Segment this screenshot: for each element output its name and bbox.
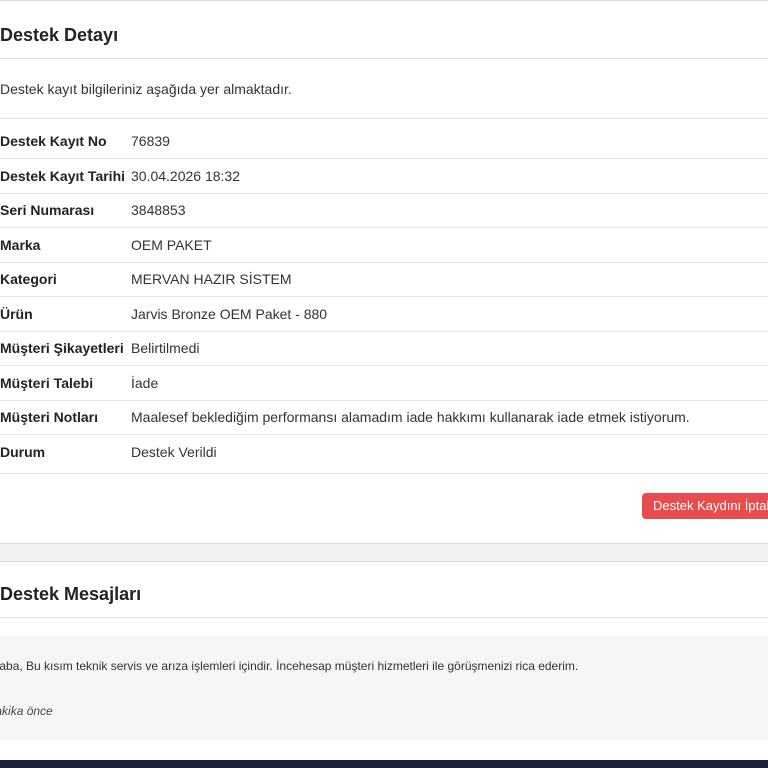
row-value: Maalesef beklediğim performansı alamadım…	[131, 409, 690, 425]
row-value: Jarvis Bronze OEM Paket - 880	[131, 306, 328, 322]
support-messages-title: Destek Mesajları	[0, 584, 142, 604]
detail-row-serial-number: Seri Numarası 3848853	[0, 193, 768, 228]
message-item	[0, 636, 768, 740]
detail-row-notes: Müşteri Notları Maalesef beklediğim perf…	[0, 400, 768, 435]
row-label: Müşteri Talebi	[0, 375, 94, 391]
detail-row-brand: Marka OEM PAKET	[0, 228, 768, 263]
row-value: MERVAN HAZIR SİSTEM	[131, 271, 292, 287]
row-value: 30.04.2026 18:32	[131, 168, 240, 184]
row-value: Destek Verildi	[131, 444, 217, 460]
row-divider	[0, 473, 768, 474]
row-label: Durum	[0, 444, 46, 460]
row-value: 3848853	[131, 202, 186, 218]
support-detail-title: Destek Detayı	[0, 25, 119, 45]
row-value: OEM PAKET	[131, 237, 212, 253]
detail-row-complaints: Müşteri Şikayetleri Belirtilmedi	[0, 331, 768, 366]
detail-row-category: Kategori MERVAN HAZIR SİSTEM	[0, 262, 768, 297]
row-label: Müşteri Notları	[0, 409, 99, 425]
row-label: Kategori	[0, 271, 57, 287]
row-label: Destek Kayıt No	[0, 133, 107, 149]
row-value: Belirtilmedi	[131, 340, 200, 356]
row-label: Marka	[0, 237, 41, 253]
taskbar-strip	[0, 760, 768, 768]
cancel-support-button[interactable]: Destek Kaydını İptal Et	[642, 493, 768, 519]
detail-row-request: Müşteri Talebi İade	[0, 366, 768, 401]
row-value: 76839	[131, 133, 170, 149]
support-detail-intro: Destek kayıt bilgileriniz aşağıda yer al…	[0, 81, 292, 97]
divider	[0, 118, 768, 119]
row-label: Müşteri Şikayetleri	[0, 340, 124, 356]
detail-row-product: Ürün Jarvis Bronze OEM Paket - 880	[0, 297, 768, 332]
message-text: Merhaba, Bu kısım teknik servis ve arıza…	[0, 659, 579, 673]
message-time: 10 dakika önce	[0, 704, 53, 718]
row-label: Seri Numarası	[0, 202, 95, 218]
support-detail-card: Destek Detayı Destek kayıt bilgileriniz …	[0, 0, 768, 544]
row-label: Destek Kayıt Tarihi	[0, 168, 126, 184]
row-label: Ürün	[0, 306, 33, 322]
row-value: İade	[131, 375, 159, 391]
detail-row-ticket-date: Destek Kayıt Tarihi 30.04.2026 18:32	[0, 159, 768, 194]
detail-row-status: Durum Destek Verildi	[0, 435, 768, 474]
divider	[0, 58, 768, 59]
detail-row-ticket-no: Destek Kayıt No 76839	[0, 124, 768, 159]
divider	[0, 617, 768, 618]
